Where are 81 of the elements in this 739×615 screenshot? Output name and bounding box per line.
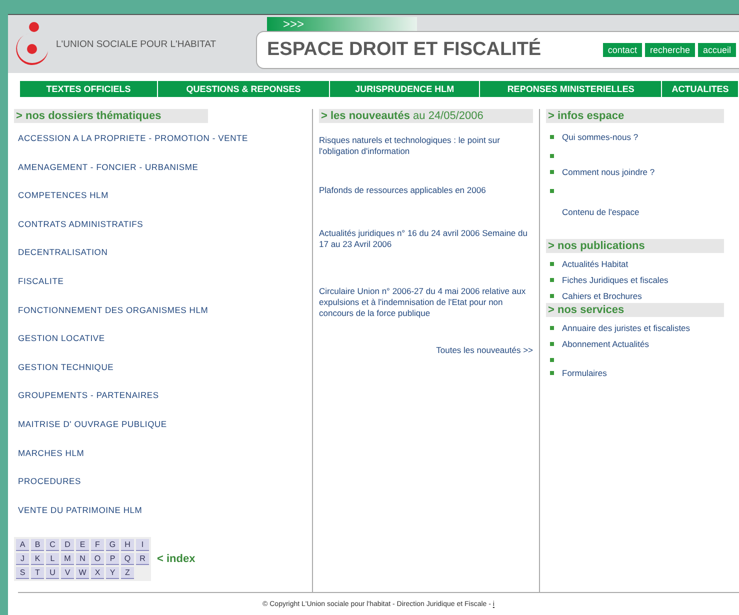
bullet-icon — [550, 278, 554, 282]
more-news-link[interactable]: Toutes les nouveautés >> — [436, 345, 533, 355]
bullet-icon — [550, 262, 554, 266]
letter-key[interactable]: M — [61, 553, 74, 566]
dossier-link[interactable]: DECENTRALISATION — [18, 247, 306, 258]
letter-key[interactable]: P — [106, 553, 119, 566]
dossier-link[interactable]: GESTION LOCATIVE — [18, 333, 306, 344]
letter-key[interactable]: Y — [106, 567, 119, 580]
side-link[interactable]: Annuaire des juristes et fiscalistes — [562, 323, 690, 333]
letter-key[interactable]: D — [61, 539, 74, 552]
letter-key[interactable]: Z — [121, 567, 134, 580]
bullet-icon — [550, 135, 554, 139]
news-link[interactable]: Circulaire Union n° 2006-27 du 4 mai 2006 relative aux expulsions et à l'indemnisation de l'Etat pour non concours de la force publique — [319, 286, 533, 319]
letter-key[interactable]: S — [16, 567, 29, 580]
letter-key[interactable]: J — [16, 553, 29, 566]
section-heading: > infos espace — [546, 109, 724, 123]
letter-key[interactable]: H — [121, 539, 134, 552]
letter-key[interactable]: O — [91, 553, 104, 566]
header-link[interactable]: recherche — [644, 43, 695, 57]
nav-item[interactable]: ACTUALITES — [662, 81, 739, 97]
dossier-link[interactable]: ACCESSION A LA PROPRIETE - PROMOTION - VENTE — [18, 133, 306, 143]
letter-key[interactable]: U — [46, 567, 59, 580]
letter-key[interactable]: B — [31, 539, 44, 552]
letter-key[interactable]: V — [61, 567, 74, 580]
dossier-link[interactable]: GESTION TECHNIQUE — [18, 362, 306, 372]
side-link[interactable]: Cahiers et Brochures — [562, 291, 642, 301]
letter-key[interactable]: T — [31, 567, 44, 580]
letter-key[interactable]: W — [76, 567, 89, 580]
news-link[interactable]: Risques naturels et technologiques : le point sur l'obligation d'information — [319, 135, 533, 157]
letter-key[interactable]: K — [31, 553, 44, 566]
letter-key[interactable]: I — [136, 539, 149, 552]
page-title: ESPACE DROIT ET FISCALITÉ — [267, 39, 542, 61]
dossier-link[interactable]: PROCEDURES — [18, 476, 306, 486]
section-heading: > nos services — [546, 303, 724, 317]
bullet-icon — [550, 170, 554, 174]
dossier-link[interactable]: AMENAGEMENT - FONCIER - URBANISME — [18, 162, 306, 172]
letter-key[interactable]: L — [46, 553, 59, 566]
side-link[interactable]: Contenu de l'espace — [562, 207, 640, 217]
letter-key[interactable]: E — [76, 539, 89, 552]
nav-item[interactable]: JURISPRUDENCE HLM — [330, 81, 480, 97]
bullet-icon — [550, 294, 554, 298]
dossier-link[interactable]: CONTRATS ADMINISTRATIFS — [18, 218, 306, 229]
side-link[interactable]: Comment nous joindre ? — [562, 167, 655, 177]
side-link[interactable]: Qui sommes-nous ? — [562, 132, 638, 142]
dossier-link[interactable]: FONCTIONNEMENT DES ORGANISMES HLM — [18, 304, 306, 315]
nav-item[interactable]: QUESTIONS & REPONSES — [158, 81, 330, 97]
bullet-icon — [550, 326, 554, 330]
dossier-link[interactable]: VENTE DU PATRIMOINE HLM — [18, 504, 306, 515]
news-link[interactable]: Actualités juridiques n° 16 du 24 avril 2006 Semaine du 17 au 23 Avril 2006 — [319, 228, 533, 250]
letter-key[interactable]: Q — [121, 553, 134, 566]
section-heading: > les nouveautés au 24/05/2006 — [319, 109, 533, 123]
side-link[interactable]: Fiches Juridiques et fiscales — [562, 275, 668, 285]
dossier-link[interactable]: FISCALITE — [18, 276, 306, 286]
side-link[interactable]: Formulaires — [562, 368, 607, 378]
header-link[interactable]: contact — [602, 43, 642, 57]
brand-name: L'UNION SOCIALE POUR L'HABITAT — [56, 38, 218, 50]
letter-key[interactable]: A — [16, 539, 29, 552]
letter-key[interactable]: C — [46, 539, 59, 552]
bullet-icon — [550, 358, 554, 362]
dossier-link[interactable]: MAITRISE D' OUVRAGE PUBLIQUE — [18, 418, 306, 429]
section-heading: > nos dossiers thématiques — [14, 109, 208, 123]
section-heading: > nos publications — [546, 239, 724, 253]
letter-key[interactable]: X — [91, 567, 104, 580]
bullet-icon — [550, 189, 554, 193]
letter-key[interactable]: F — [91, 539, 104, 552]
nav-item[interactable]: REPONSES MINISTERIELLES — [480, 81, 662, 97]
letter-key[interactable]: R — [136, 553, 149, 566]
dossier-link[interactable]: GROUPEMENTS - PARTENAIRES — [18, 390, 306, 400]
letter-key[interactable]: G — [106, 539, 119, 552]
header-link[interactable]: accueil — [698, 43, 736, 57]
index-link[interactable]: < index — [157, 553, 196, 566]
nav-item[interactable]: TEXTES OFFICIELS — [20, 81, 158, 97]
letter-key[interactable]: N — [76, 553, 89, 566]
dossier-link[interactable]: MARCHES HLM — [18, 448, 306, 458]
dossier-link[interactable]: COMPETENCES HLM — [18, 190, 306, 200]
bullet-icon — [550, 154, 554, 158]
side-link[interactable]: Actualités Habitat — [562, 259, 628, 269]
bullet-icon — [550, 342, 554, 346]
bullet-icon — [550, 371, 554, 375]
side-link[interactable]: Abonnement Actualités — [562, 339, 649, 349]
news-link[interactable]: Plafonds de ressources applicables en 2006 — [319, 185, 533, 196]
